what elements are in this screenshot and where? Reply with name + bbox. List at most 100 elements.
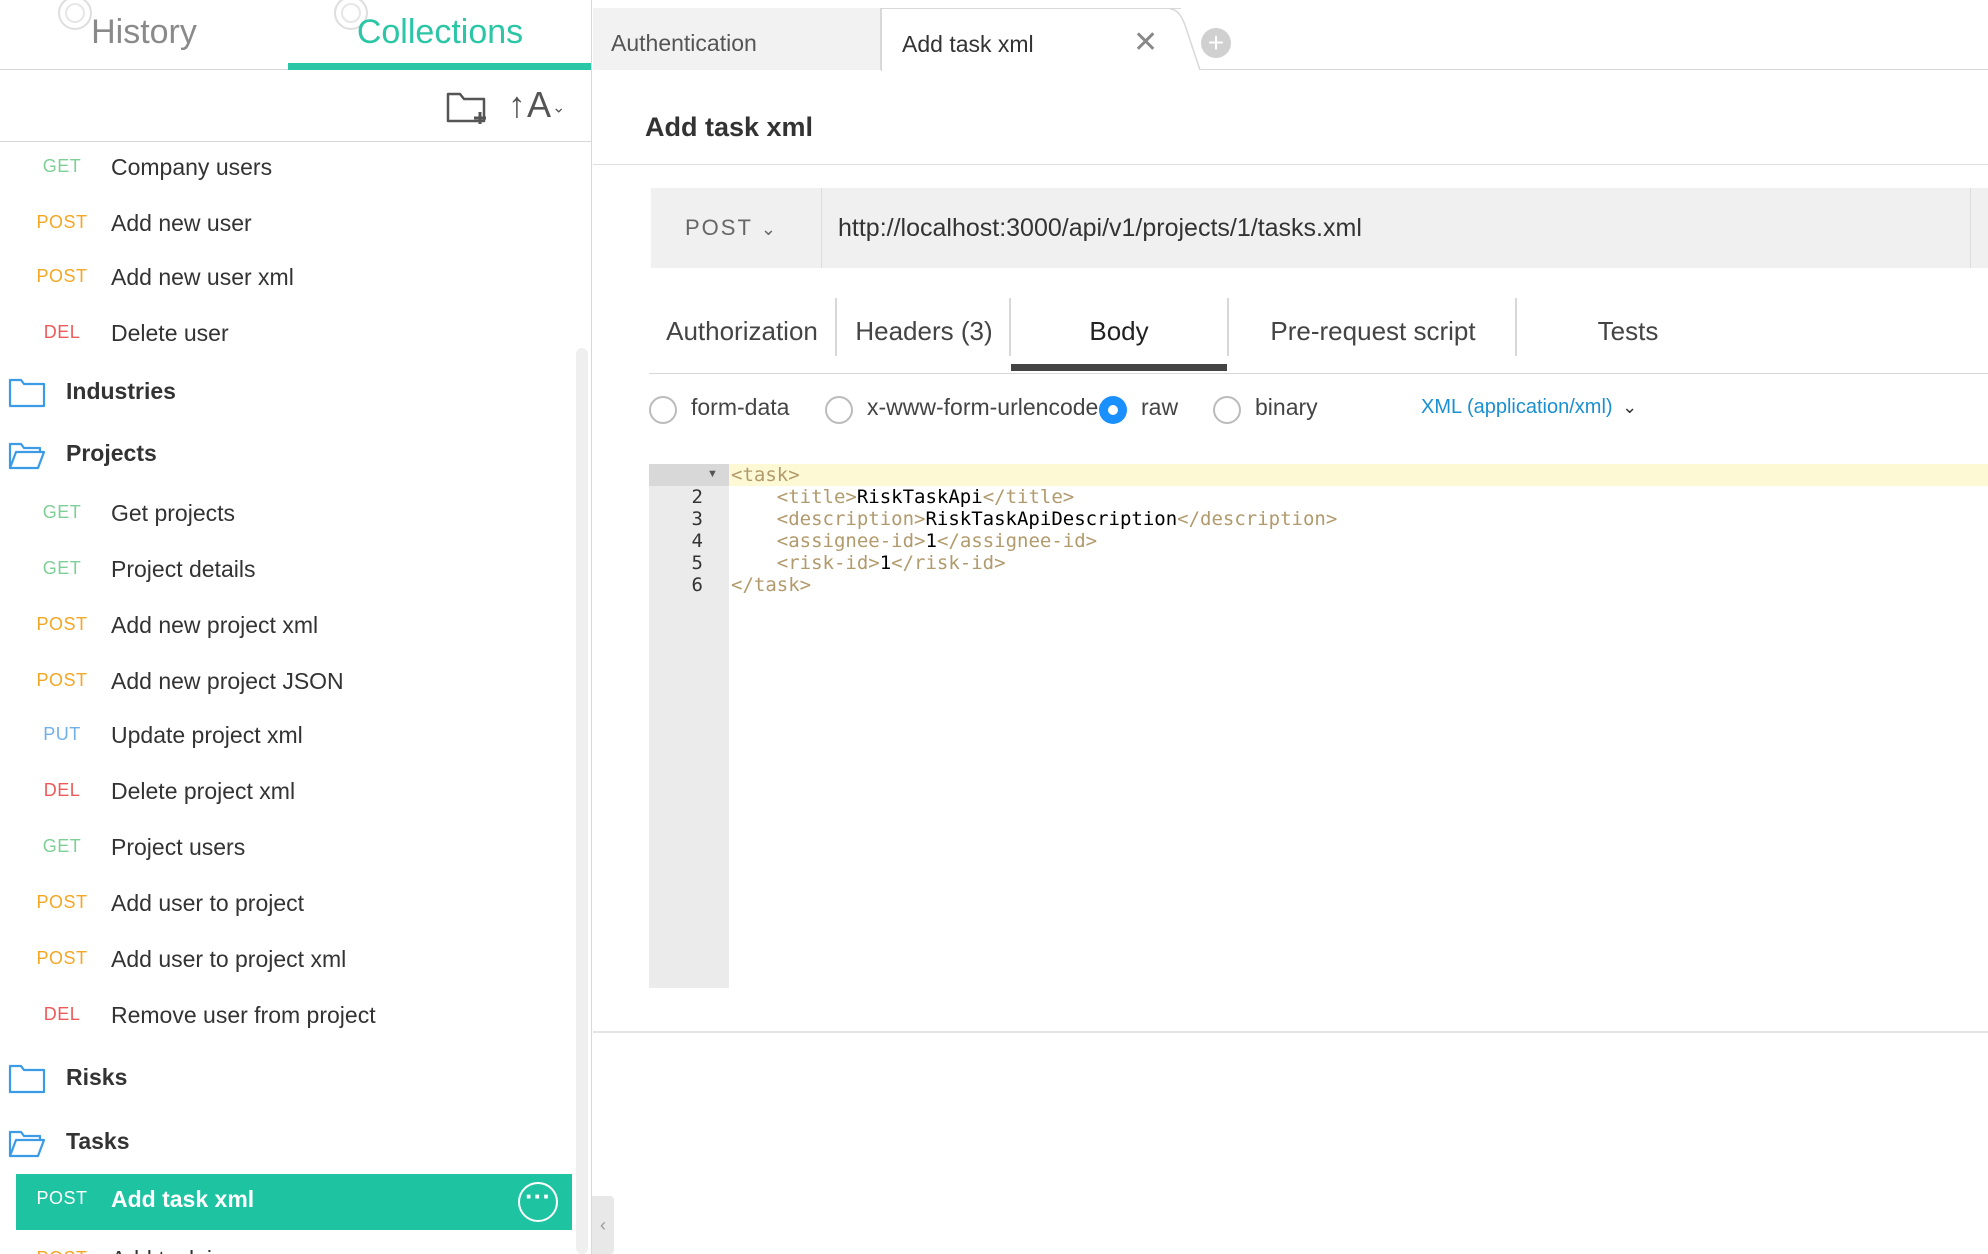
request-item[interactable]: GET Get projects	[0, 488, 578, 544]
method-badge: POST	[0, 1248, 124, 1254]
radio-urlencoded[interactable]	[825, 396, 853, 424]
code-line: <description>RiskTaskApiDescription</des…	[731, 508, 1338, 530]
raw-label[interactable]: raw	[1141, 394, 1178, 421]
binary-label[interactable]: binary	[1255, 394, 1318, 421]
request-item[interactable]: POST Add new project xml	[0, 600, 578, 656]
folder-projects[interactable]: Projects	[0, 426, 578, 486]
method-badge: GET	[42, 156, 82, 176]
editor-gutter: 123456	[649, 464, 729, 988]
add-tab-icon[interactable]: +	[1201, 28, 1231, 58]
request-item[interactable]: PUT Update project xml	[0, 710, 578, 766]
xml-text: 1	[925, 530, 937, 552]
request-item[interactable]: GET Project users	[0, 822, 578, 878]
form-data-label[interactable]: form-data	[691, 394, 789, 421]
content-type-select[interactable]: XML (application/xml) ⌄	[1421, 396, 1637, 419]
folder-risks[interactable]: Risks	[0, 1050, 578, 1110]
xml-open-tag: <description>	[776, 508, 926, 530]
request-item[interactable]: POST Add user to project xml	[0, 934, 578, 990]
chevron-down-icon: ⌄	[1622, 397, 1638, 417]
urlencoded-label[interactable]: x-www-form-urlencoded	[867, 394, 1111, 421]
method-badge: GET	[42, 502, 82, 522]
method-select[interactable]: POST ⌄	[651, 188, 821, 268]
xml-text: RiskTaskApiDescription	[925, 508, 1178, 530]
request-item[interactable]: DEL Delete user	[0, 308, 578, 364]
content-type-label: XML (application/xml)	[1421, 396, 1613, 418]
page-title: Add task xml	[645, 112, 814, 142]
request-name: Add user to project	[111, 890, 305, 916]
request-name: Add new project xml	[111, 612, 319, 638]
tab-collections[interactable]: Collections	[288, 0, 591, 70]
code-line: <risk-id>1</risk-id>	[731, 552, 1006, 574]
line-number: 6	[691, 574, 703, 596]
code-line: <title>RiskTaskApi</title>	[731, 486, 1074, 508]
request-item[interactable]: GET Company users	[0, 142, 578, 198]
request-item[interactable]: POST Add new project JSON	[0, 656, 578, 712]
tab-headers[interactable]: Headers (3)	[837, 294, 1011, 374]
request-item[interactable]: POST Add new user	[0, 198, 578, 254]
request-name: Add new user	[111, 210, 252, 236]
more-icon[interactable]: ···	[518, 1182, 558, 1222]
tab-pre-request-script[interactable]: Pre-request script	[1229, 294, 1517, 374]
tab-history[interactable]: History	[0, 0, 288, 70]
request-item[interactable]: POST Add user to project	[0, 878, 578, 934]
tab-authentication[interactable]: Authentication	[593, 8, 881, 70]
line-number: 4	[691, 530, 703, 552]
folder-icon	[8, 378, 46, 408]
method-badge: POST	[36, 1188, 88, 1208]
folder-open-icon	[8, 442, 46, 470]
request-item[interactable]: GET Project details	[0, 544, 578, 600]
request-subtabs: Authorization Headers (3) Body Pre-reque…	[649, 294, 1988, 374]
request-item[interactable]: POST Add new user xml	[0, 252, 578, 308]
folder-tasks[interactable]: Tasks	[0, 1114, 578, 1174]
url-input[interactable]: http://localhost:3000/api/v1/projects/1/…	[821, 188, 1971, 268]
code-editor[interactable]: 123456 ▼ <task> <title>RiskTaskApi</titl…	[649, 464, 1988, 988]
fold-arrow-icon[interactable]: ▼	[707, 468, 718, 480]
method-badge: POST	[36, 266, 88, 286]
xml-text: RiskTaskApi	[856, 486, 983, 508]
method-badge: POST	[36, 948, 88, 968]
request-item[interactable]: DEL Remove user from project	[0, 990, 578, 1046]
method-badge: DEL	[43, 1004, 81, 1024]
request-item[interactable]: POSTAdd task json	[0, 1234, 578, 1254]
method-badge: POST	[36, 614, 88, 634]
body-type-selector: form-data x-www-form-urlencoded raw bina…	[649, 390, 1988, 434]
new-folder-icon[interactable]	[446, 88, 490, 126]
radio-form-data[interactable]	[649, 396, 677, 424]
folder-label: Risks	[66, 1064, 128, 1090]
url-bar: POST ⌄ http://localhost:3000/api/v1/proje…	[651, 188, 1988, 268]
xml-open-tag: <title>	[776, 486, 857, 508]
request-name: Remove user from project	[111, 1002, 376, 1028]
line-number: 5	[691, 552, 703, 574]
folder-open-icon	[8, 1130, 46, 1158]
main-panel: Authentication Add task xml ✕ + Add task…	[593, 0, 1988, 1254]
folder-label: Tasks	[66, 1128, 130, 1154]
folder-label: Industries	[66, 378, 176, 404]
request-name: Add new project JSON	[111, 668, 344, 694]
xml-close-tag: </risk-id>	[891, 552, 1006, 574]
close-icon[interactable]: ✕	[1133, 28, 1158, 58]
sidebar-tabs: History Collections	[0, 0, 591, 70]
xml-close-tag: </assignee-id>	[936, 530, 1098, 552]
radio-binary[interactable]	[1213, 396, 1241, 424]
request-item[interactable]: DEL Delete project xml	[0, 766, 578, 822]
method-badge: DEL	[43, 780, 81, 800]
request-name: Add new user xml	[111, 264, 294, 290]
sidebar-scrollbar[interactable]	[576, 348, 588, 1254]
radio-raw[interactable]	[1099, 396, 1127, 424]
request-item[interactable]: POST Add task xml ···	[16, 1174, 572, 1230]
request-name: Add user to project xml	[111, 946, 347, 972]
xml-open-tag: <risk-id>	[776, 552, 880, 574]
chevron-down-icon: ⌄	[760, 219, 778, 239]
method-badge: POST	[36, 892, 88, 912]
request-name: Company users	[111, 154, 273, 180]
sort-az-icon[interactable]: ↑A⌄	[508, 84, 566, 126]
folder-industries[interactable]: Industries	[0, 364, 578, 424]
tab-body[interactable]: Body	[1011, 294, 1227, 374]
request-name: Add task xml	[111, 1186, 255, 1212]
tab-authorization[interactable]: Authorization	[649, 294, 835, 374]
method-badge: PUT	[43, 724, 81, 744]
request-name: Add task json	[111, 1246, 249, 1254]
active-line-highlight	[729, 464, 1988, 486]
tab-tests[interactable]: Tests	[1517, 294, 1739, 374]
